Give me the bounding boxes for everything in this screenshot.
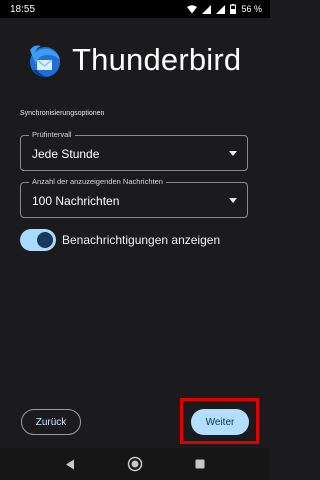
home-icon[interactable] [125, 454, 145, 474]
check-interval-value: Jede Stunde [32, 147, 100, 161]
thunderbird-logo [30, 45, 60, 78]
message-count-label: Anzahl der anzuzeigenden Nachrichten [29, 177, 166, 187]
recents-icon[interactable] [190, 454, 210, 474]
navigation-bar [0, 448, 270, 480]
app-title: Thunderbird [72, 42, 242, 77]
check-interval-dropdown[interactable]: Prüfintervall Jede Stunde [20, 130, 248, 171]
status-icons: 56 % [187, 4, 262, 14]
status-bar: 18:55 56 % [0, 0, 270, 18]
brand-header: Thunderbird [24, 40, 241, 80]
notifications-switch[interactable] [20, 229, 56, 251]
battery-percent: 56 % [241, 4, 262, 14]
switch-knob [37, 232, 53, 248]
notifications-toggle-row: Benachrichtigungen anzeigen [20, 229, 220, 251]
message-count-value: 100 Nachrichten [32, 194, 120, 208]
signal-icon [216, 4, 226, 14]
back-icon[interactable] [60, 454, 80, 474]
status-time: 18:55 [10, 3, 36, 15]
dropdown-arrow-icon [229, 151, 237, 156]
signal-icon [202, 4, 212, 14]
next-button[interactable]: Weiter [191, 409, 249, 435]
check-interval-label: Prüfintervall [29, 130, 75, 140]
wifi-icon [187, 4, 198, 13]
dropdown-arrow-icon [229, 198, 237, 203]
message-count-dropdown[interactable]: Anzahl der anzuzeigenden Nachrichten 100… [20, 177, 248, 218]
notifications-label: Benachrichtigungen anzeigen [62, 233, 221, 247]
battery-icon [230, 4, 237, 14]
back-button[interactable]: Zurück [21, 409, 81, 435]
section-title: Synchronisierungsoptionen [20, 110, 105, 117]
